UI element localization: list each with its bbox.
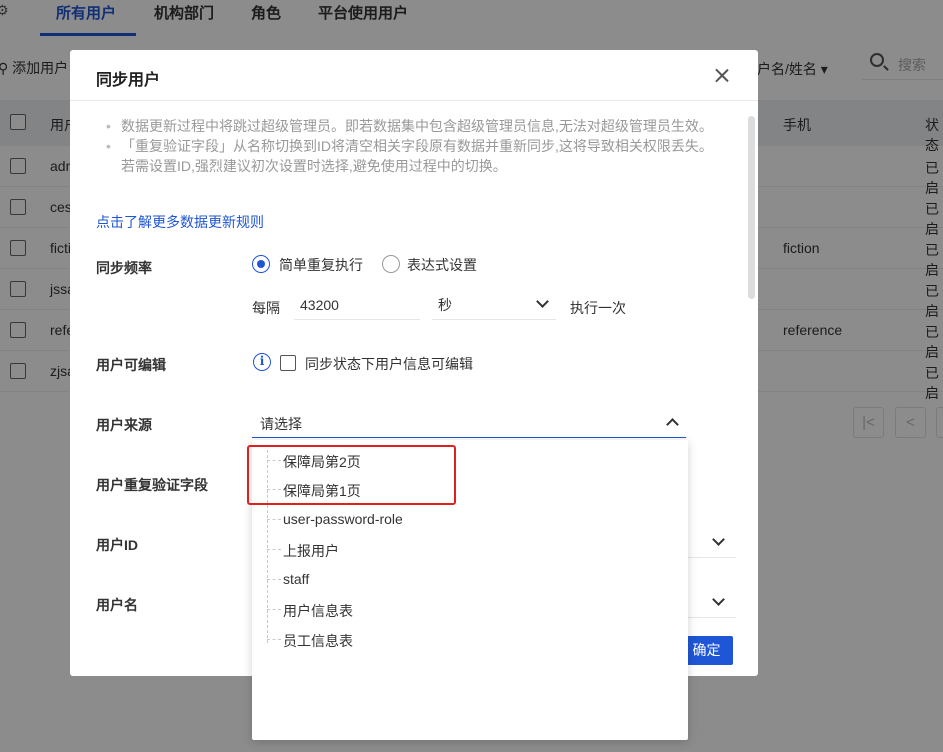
editable-checkbox-label[interactable]: 同步状态下用户信息可编辑 xyxy=(305,354,473,374)
radio-simple-repeat-label[interactable]: 简单重复执行 xyxy=(279,255,363,275)
info-icon[interactable]: i xyxy=(253,353,271,371)
dialog-scrollbar[interactable] xyxy=(748,116,755,299)
note-item: 数据更新过程中将跳过超级管理员。即若数据集中包含超级管理员信息,无法对超级管理员… xyxy=(104,116,724,136)
editable-checkbox[interactable] xyxy=(280,355,296,371)
user-source-select[interactable]: 请选择 xyxy=(252,408,686,438)
chevron-down-icon xyxy=(536,295,549,308)
radio-expression-label[interactable]: 表达式设置 xyxy=(407,255,477,275)
radio-expression[interactable] xyxy=(382,255,400,273)
user-id-label: 用户ID xyxy=(96,537,138,553)
every-label: 每隔 xyxy=(252,300,280,316)
source-option[interactable]: user-password-role xyxy=(267,505,687,535)
user-name-label: 用户名 xyxy=(96,597,138,613)
note-item: 「重复验证字段」从名称切换到ID将清空相关字段原有数据并重新同步,这将导致相关权… xyxy=(104,136,724,176)
interval-input[interactable]: 43200 xyxy=(294,290,420,320)
notes-list: 数据更新过程中将跳过超级管理员。即若数据集中包含超级管理员信息,无法对超级管理员… xyxy=(104,116,724,176)
sync-frequency-label: 同步频率 xyxy=(96,260,152,276)
dialog-title: 同步用户 xyxy=(96,72,161,89)
user-editable-label: 用户可编辑 xyxy=(96,357,166,373)
interval-unit-select[interactable]: 秒 xyxy=(432,290,556,320)
radio-simple-repeat[interactable] xyxy=(252,255,270,273)
execute-once-label: 执行一次 xyxy=(570,300,626,316)
data-update-rules-link[interactable]: 点击了解更多数据更新规则 xyxy=(96,212,264,232)
source-option[interactable]: 用户信息表 xyxy=(267,595,687,625)
chevron-down-icon xyxy=(712,533,725,546)
chevron-down-icon xyxy=(712,593,725,606)
highlight-annotation-box xyxy=(247,445,456,505)
source-option[interactable]: 员工信息表 xyxy=(267,625,687,655)
chevron-up-icon xyxy=(666,418,679,431)
close-icon[interactable] xyxy=(712,66,732,86)
source-option[interactable]: 上报用户 xyxy=(267,535,687,565)
user-source-label: 用户来源 xyxy=(96,417,152,433)
dialog-header: 同步用户 xyxy=(70,50,758,101)
dup-field-label: 用户重复验证字段 xyxy=(96,477,208,493)
source-option[interactable]: staff xyxy=(267,565,687,595)
